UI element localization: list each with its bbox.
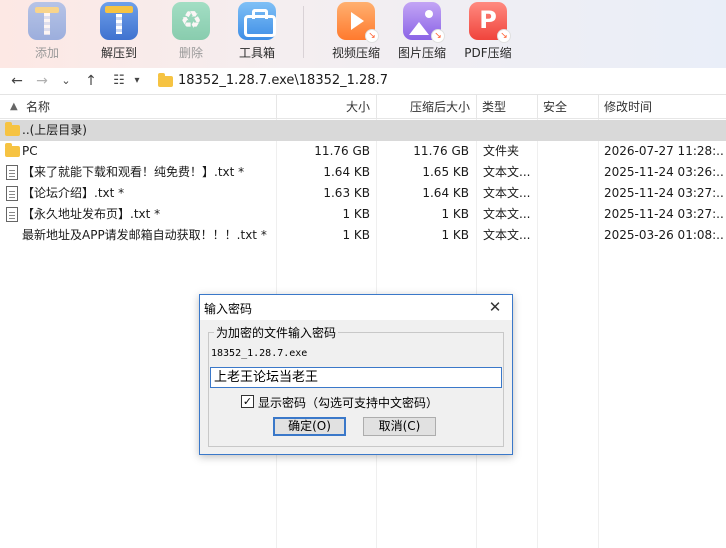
row-name: PC: [22, 144, 38, 158]
text-file-icon: [6, 165, 18, 180]
chevron-down-icon[interactable]: ⌄: [57, 72, 75, 90]
show-password-checkbox[interactable]: ✓: [241, 395, 254, 408]
forward-arrow-icon[interactable]: →: [33, 72, 51, 90]
view-dropdown-icon[interactable]: ▾: [128, 72, 146, 90]
table-row[interactable]: ..(上层目录): [0, 120, 726, 141]
row-size: 1.64 KB: [323, 165, 370, 179]
row-name: 【论坛介绍】.txt *: [22, 186, 125, 200]
table-row[interactable]: 【永久地址发布页】.txt * 1 KB 1 KB 文本文... 2025-11…: [0, 204, 726, 225]
folder-icon: [158, 73, 173, 87]
column-divider: [476, 95, 477, 119]
pdf-icon: ↘: [469, 2, 511, 43]
groupbox-label: 为加密的文件输入密码: [214, 324, 339, 341]
column-divider: [376, 95, 377, 119]
password-dialog: 输入密码 ✕ 为加密的文件输入密码 18352_1.28.7.exe 上老王论坛…: [199, 294, 513, 455]
archive-add-icon: [28, 2, 66, 40]
recycle-icon: [172, 2, 210, 40]
column-divider: [598, 95, 599, 119]
row-name: ..(上层目录): [22, 123, 87, 137]
archive-filename: 18352_1.28.7.exe: [211, 348, 308, 359]
sort-up-icon: ▲: [10, 101, 18, 112]
table-row[interactable]: 【来了就能下载和观看！纯免费！】.txt * 1.64 KB 1.65 KB 文…: [0, 162, 726, 183]
row-name: 【永久地址发布页】.txt *: [22, 207, 161, 221]
show-password-label[interactable]: 显示密码（勾选可支持中文密码）: [258, 394, 438, 411]
row-type: 文本文...: [483, 165, 531, 179]
row-modified: 2025-03-26 01:08:...: [604, 228, 724, 242]
column-divider: [276, 95, 277, 119]
password-input[interactable]: 上老王论坛当老王: [210, 367, 502, 388]
row-modified: 2025-11-24 03:27:...: [604, 186, 724, 200]
toolbar-divider: [303, 6, 304, 58]
add-label: 添加: [34, 46, 59, 60]
archive-extract-icon: [100, 2, 138, 40]
toolbar: 添加 解压到 删除 工具箱 ↘ 视频压缩 ↘ 图片压缩 ↘ PDF压缩: [0, 0, 726, 68]
column-type[interactable]: 类型: [482, 95, 506, 119]
video-icon: ↘: [337, 2, 379, 43]
delete-button[interactable]: 删除: [163, 2, 219, 61]
pdf-compress-button[interactable]: ↘ PDF压缩: [460, 2, 516, 61]
dialog-title: 输入密码: [204, 302, 253, 316]
tools-label: 工具箱: [238, 46, 275, 60]
up-arrow-icon[interactable]: ↑: [82, 72, 100, 90]
text-file-icon: [6, 186, 18, 201]
delete-label: 删除: [178, 46, 203, 60]
row-size: 1 KB: [342, 228, 370, 242]
cancel-button[interactable]: 取消(C): [363, 417, 436, 436]
path-input[interactable]: 18352_1.28.7.exe\18352_1.28.7: [178, 73, 388, 88]
table-row[interactable]: 【论坛介绍】.txt * 1.63 KB 1.64 KB 文本文... 2025…: [0, 183, 726, 204]
row-type: 文本文...: [483, 207, 531, 221]
row-name: 最新地址及APP请发邮箱自动获取！！！.txt *: [22, 228, 267, 242]
folder-icon: [5, 143, 20, 157]
extract-button[interactable]: 解压到: [91, 2, 147, 61]
image-compress-button[interactable]: ↘ 图片压缩: [394, 2, 450, 61]
column-header: ▲ 名称 大小 压缩后大小 类型 安全 修改时间: [0, 95, 726, 119]
row-packed-size: 1 KB: [441, 228, 469, 242]
table-row[interactable]: PC 11.76 GB 11.76 GB 文件夹 2026-07-27 11:2…: [0, 141, 726, 162]
video-compress-label: 视频压缩: [331, 46, 380, 60]
row-size: 11.76 GB: [314, 144, 370, 158]
row-packed-size: 1.65 KB: [422, 165, 469, 179]
row-modified: 2025-11-24 03:27:...: [604, 207, 724, 221]
toolbox-icon: [238, 2, 276, 40]
address-bar: ← → ⌄ ↑ ☷ ▾ 18352_1.28.7.exe\18352_1.28.…: [0, 68, 726, 95]
row-size: 1 KB: [342, 207, 370, 221]
image-compress-label: 图片压缩: [397, 46, 446, 60]
back-arrow-icon[interactable]: ←: [8, 72, 26, 90]
row-packed-size: 1.64 KB: [422, 186, 469, 200]
dialog-titlebar[interactable]: 输入密码 ✕: [200, 295, 512, 320]
ok-button[interactable]: 确定(O): [273, 417, 346, 436]
video-compress-button[interactable]: ↘ 视频压缩: [328, 2, 384, 61]
extract-label: 解压到: [100, 46, 137, 60]
row-size: 1.63 KB: [323, 186, 370, 200]
row-packed-size: 1 KB: [441, 207, 469, 221]
row-packed-size: 11.76 GB: [413, 144, 469, 158]
folder-icon: [5, 122, 20, 136]
row-modified: 2025-11-24 03:26:...: [604, 165, 724, 179]
column-divider: [537, 95, 538, 119]
column-size[interactable]: 大小: [346, 95, 370, 119]
column-security[interactable]: 安全: [543, 95, 567, 119]
row-modified: 2026-07-27 11:28:...: [604, 144, 724, 158]
pdf-compress-label: PDF压缩: [464, 46, 512, 60]
add-button[interactable]: 添加: [19, 2, 75, 61]
column-modified[interactable]: 修改时间: [604, 95, 652, 119]
row-name: 【来了就能下载和观看！纯免费！】.txt *: [22, 165, 245, 179]
row-type: 文本文...: [483, 186, 531, 200]
text-file-icon: [6, 207, 18, 222]
column-packed-size[interactable]: 压缩后大小: [410, 95, 470, 119]
table-row[interactable]: 最新地址及APP请发邮箱自动获取！！！.txt * 1 KB 1 KB 文本文.…: [0, 225, 726, 246]
view-mode-icon[interactable]: ☷: [110, 72, 128, 90]
row-type: 文本文...: [483, 228, 531, 242]
row-type: 文件夹: [483, 144, 520, 158]
image-icon: ↘: [403, 2, 445, 43]
column-name[interactable]: 名称: [26, 95, 50, 119]
close-icon[interactable]: ✕: [484, 297, 506, 317]
tools-button[interactable]: 工具箱: [229, 2, 285, 61]
